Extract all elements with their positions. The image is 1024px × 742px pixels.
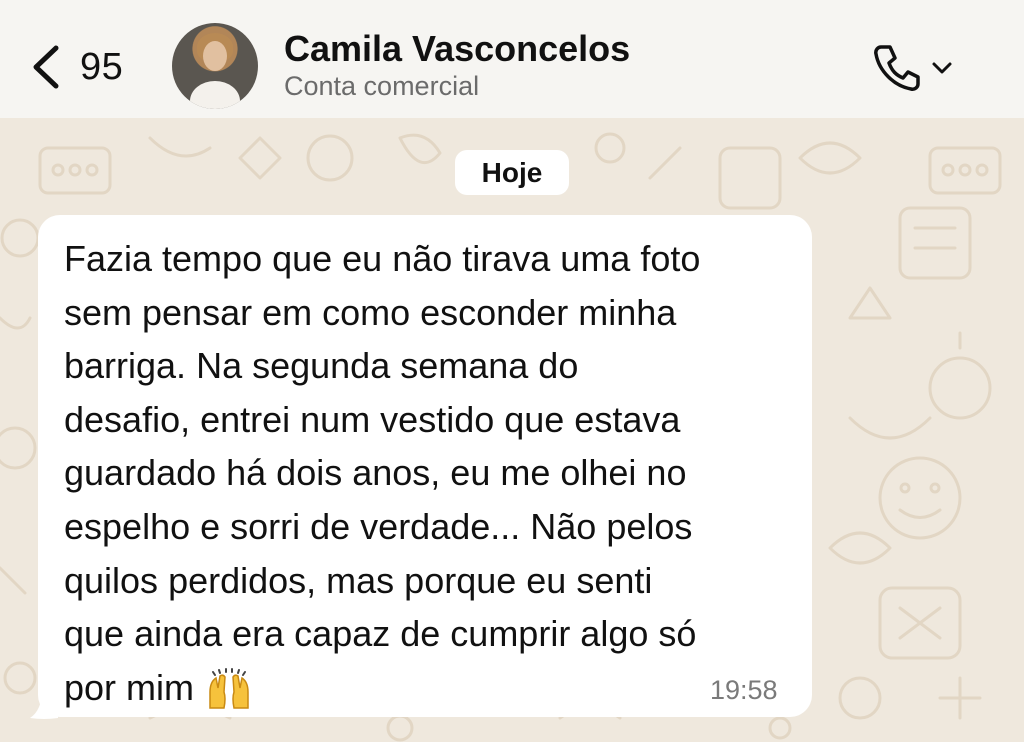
message-line: sem pensar em como esconder minha (64, 291, 677, 333)
message-line: por mim (64, 666, 195, 708)
message-line: guardado há dois anos, eu me olhei no (64, 452, 687, 494)
phone-icon (874, 45, 920, 91)
contact-name[interactable]: Camila Vasconcelos (284, 28, 630, 70)
unread-count: 95 (80, 45, 124, 88)
date-separator: Hoje (455, 150, 569, 195)
message-time: 19:58 (710, 675, 778, 705)
message-line: desafio, entrei num vestido que estava (64, 398, 681, 440)
call-button[interactable] (870, 40, 962, 96)
message-line: barriga. Na segunda semana do (64, 345, 579, 387)
raising-hands-emoji (209, 667, 249, 709)
back-button[interactable]: 95 (28, 38, 148, 96)
chat-header: 95 Camila Vasconcelos Conta comercial (0, 0, 1024, 118)
contact-subtitle: Conta comercial (284, 71, 480, 101)
avatar[interactable] (172, 23, 258, 109)
message-line: quilos perdidos, mas porque eu senti (64, 559, 653, 601)
message-line: espelho e sorri de verdade... Não pelos (64, 505, 693, 547)
message-line: que ainda era capaz de cumprir algo só (64, 613, 697, 655)
chevron-down-icon (932, 62, 952, 74)
chevron-left-icon (33, 45, 59, 89)
message-text: Fazia tempo que eu não tirava uma foto s… (64, 232, 804, 714)
message-line: Fazia tempo que eu não tirava uma foto (64, 238, 701, 279)
